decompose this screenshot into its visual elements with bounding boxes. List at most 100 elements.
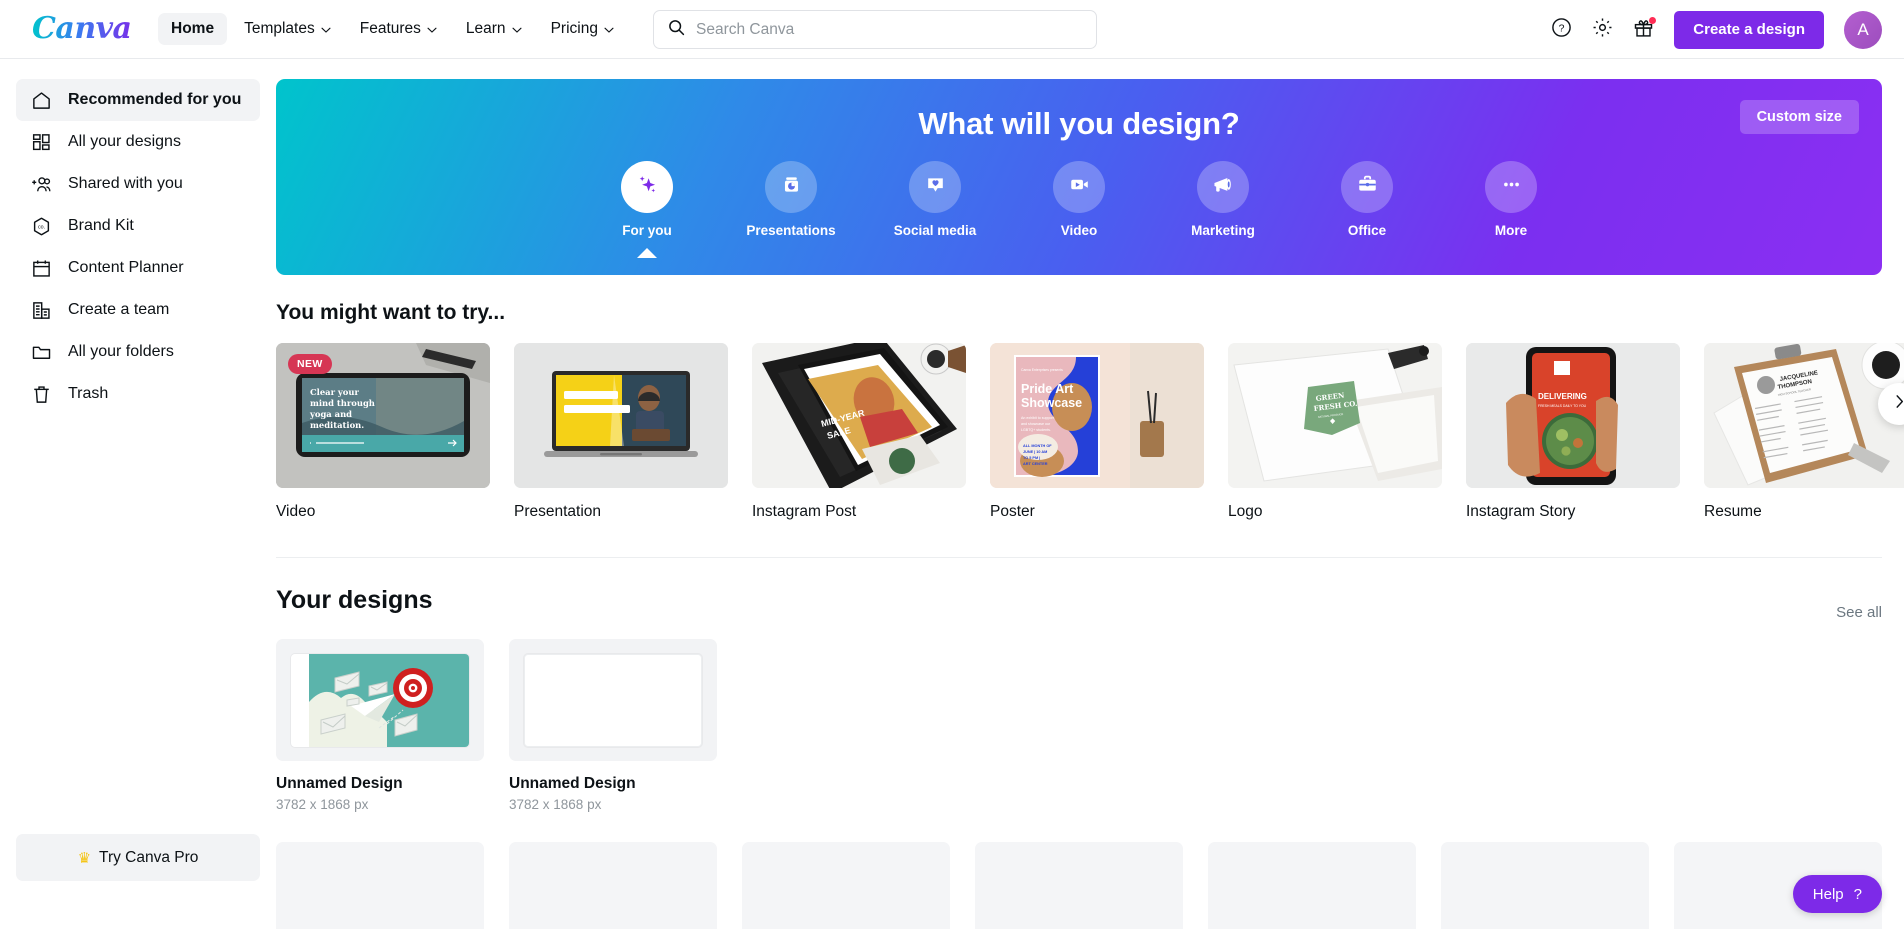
search-box[interactable] bbox=[653, 10, 1097, 49]
gear-icon bbox=[1592, 17, 1613, 43]
svg-text:mind through: mind through bbox=[310, 398, 375, 408]
try-card-resume[interactable]: JACQUELINE THOMPSON HIGH SCHOOL TEACHER bbox=[1704, 343, 1904, 521]
nav-label: Home bbox=[171, 20, 215, 37]
sidebar-item-all-your-designs[interactable]: All your designs bbox=[16, 121, 260, 163]
your-designs-section: Your designs See all Unnamed Design 3782… bbox=[276, 586, 1904, 929]
help-button-label: Help bbox=[1812, 885, 1844, 903]
grid-icon bbox=[30, 131, 52, 153]
category-icon-circle bbox=[1053, 161, 1105, 213]
notification-dot bbox=[1649, 16, 1657, 24]
try-card-thumbnail: NEW Clear your mind through yoga and med… bbox=[276, 343, 490, 488]
sidebar-item-label: Trash bbox=[68, 385, 109, 402]
try-canva-pro-button[interactable]: ♛ Try Canva Pro bbox=[16, 834, 260, 881]
sidebar-item-label: Recommended for you bbox=[68, 91, 242, 108]
svg-text:co.: co. bbox=[37, 224, 44, 230]
user-avatar[interactable]: A bbox=[1844, 10, 1882, 49]
svg-text:and showcase our: and showcase our bbox=[1021, 422, 1051, 426]
heart-bubble-icon bbox=[923, 172, 948, 202]
sidebar-item-recommended-for-you[interactable]: Recommended for you bbox=[16, 79, 260, 121]
sidebar-item-all-your-folders[interactable]: All your folders bbox=[16, 331, 260, 373]
canva-logo[interactable]: Canva bbox=[32, 14, 136, 44]
sidebar-item-label: Create a team bbox=[68, 301, 170, 318]
try-card-instagram-post[interactable]: MID-YEAR SALE Instagram Post bbox=[752, 343, 966, 521]
design-thumbnail-inner bbox=[524, 653, 702, 747]
try-card-thumbnail: MID-YEAR SALE bbox=[752, 343, 966, 488]
question-mark-icon: ? bbox=[1853, 885, 1862, 903]
nav-label: Learn bbox=[465, 20, 506, 37]
trash-icon bbox=[30, 383, 52, 405]
try-card-label: Video bbox=[276, 503, 316, 520]
category-for-you[interactable]: For you bbox=[599, 161, 696, 258]
svg-text:Pride Art: Pride Art bbox=[1021, 382, 1074, 396]
design-card[interactable]: Unnamed Design 3782 x 1868 px bbox=[509, 639, 717, 812]
design-placeholder-row bbox=[276, 842, 1904, 929]
sidebar-item-create-a-team[interactable]: Create a team bbox=[16, 289, 260, 331]
nav-item-features[interactable]: Features bbox=[347, 13, 449, 45]
sparkle-icon bbox=[634, 172, 660, 203]
try-card-poster[interactable]: Canva Enterprises presents Pride Art Sho… bbox=[990, 343, 1204, 521]
design-placeholder bbox=[1441, 842, 1649, 929]
try-card-instagram-story[interactable]: DELIVERING FRESH MEALS DAILY TO YOU Inst… bbox=[1466, 343, 1680, 521]
design-placeholder bbox=[1208, 842, 1416, 929]
search-container bbox=[653, 10, 1097, 49]
svg-text:Canva Enterprises presents: Canva Enterprises presents bbox=[1021, 368, 1063, 372]
sidebar-item-trash[interactable]: Trash bbox=[16, 373, 260, 415]
sidebar-item-label: All your folders bbox=[68, 343, 174, 360]
try-card-thumbnail: Canva Enterprises presents Pride Art Sho… bbox=[990, 343, 1204, 488]
video-camera-icon bbox=[1067, 172, 1092, 202]
sidebar-item-brand-kit[interactable]: co. Brand Kit bbox=[16, 205, 260, 247]
category-icon-circle bbox=[909, 161, 961, 213]
people-add-icon bbox=[30, 173, 52, 195]
category-more[interactable]: More bbox=[1463, 161, 1560, 238]
gifts-button[interactable] bbox=[1626, 13, 1660, 47]
folder-icon bbox=[30, 341, 52, 363]
see-all-link[interactable]: See all bbox=[1836, 604, 1882, 621]
search-icon bbox=[668, 19, 685, 41]
category-marketing[interactable]: Marketing bbox=[1175, 161, 1272, 238]
help-icon-button[interactable]: ? bbox=[1544, 13, 1578, 47]
category-label: Marketing bbox=[1191, 223, 1255, 238]
category-video[interactable]: Video bbox=[1031, 161, 1128, 238]
design-placeholder bbox=[975, 842, 1183, 929]
nav-item-learn[interactable]: Learn bbox=[453, 13, 534, 45]
design-placeholder bbox=[742, 842, 950, 929]
try-card-logo[interactable]: GREEN FRESH CO. NATURAL PRODUCE Logo bbox=[1228, 343, 1442, 521]
ellipsis-icon bbox=[1499, 172, 1524, 202]
sidebar-item-content-planner[interactable]: Content Planner bbox=[16, 247, 260, 289]
category-label: For you bbox=[622, 223, 672, 238]
settings-button[interactable] bbox=[1585, 13, 1619, 47]
category-office[interactable]: Office bbox=[1319, 161, 1416, 238]
presentation-jar-icon bbox=[779, 172, 804, 202]
chevron-down-icon bbox=[321, 25, 331, 34]
svg-text:FRESH MEALS DAILY TO YOU: FRESH MEALS DAILY TO YOU bbox=[1538, 404, 1587, 408]
design-thumbnail bbox=[509, 639, 717, 761]
try-card-thumbnail: DELIVERING FRESH MEALS DAILY TO YOU bbox=[1466, 343, 1680, 488]
category-label: More bbox=[1494, 223, 1528, 238]
design-placeholder bbox=[509, 842, 717, 929]
new-badge: NEW bbox=[288, 354, 332, 374]
svg-text:yoga and: yoga and bbox=[309, 409, 352, 419]
create-a-design-button[interactable]: Create a design bbox=[1674, 10, 1824, 49]
category-presentations[interactable]: Presentations bbox=[743, 161, 840, 238]
nav-item-pricing[interactable]: Pricing bbox=[538, 13, 626, 45]
help-button[interactable]: Help ? bbox=[1792, 875, 1882, 913]
design-type-banner: What will you design? Custom size For yo… bbox=[276, 79, 1882, 275]
sidebar: Recommended for you All your designs Sha… bbox=[0, 59, 276, 929]
try-card-presentation[interactable]: Presentation bbox=[514, 343, 728, 521]
sidebar-item-shared-with-you[interactable]: Shared with you bbox=[16, 163, 260, 205]
chevron-down-icon bbox=[427, 25, 437, 34]
custom-size-button[interactable]: Custom size bbox=[1739, 100, 1859, 134]
nav-item-templates[interactable]: Templates bbox=[231, 13, 343, 45]
sidebar-item-label: All your designs bbox=[68, 133, 181, 150]
building-icon bbox=[30, 299, 52, 321]
design-thumbnail-inner bbox=[291, 653, 469, 747]
try-card-video[interactable]: NEW Clear your mind through yoga and med… bbox=[276, 343, 490, 521]
design-card[interactable]: Unnamed Design 3782 x 1868 px bbox=[276, 639, 484, 812]
main-nav: Home Templates Features Learn Pricing bbox=[158, 13, 626, 45]
search-input[interactable] bbox=[696, 20, 1082, 39]
design-title: Unnamed Design bbox=[276, 775, 403, 792]
category-social-media[interactable]: Social media bbox=[887, 161, 984, 238]
megaphone-icon bbox=[1211, 172, 1236, 202]
nav-item-home[interactable]: Home bbox=[158, 13, 228, 45]
try-card-label: Instagram Story bbox=[1466, 503, 1576, 520]
